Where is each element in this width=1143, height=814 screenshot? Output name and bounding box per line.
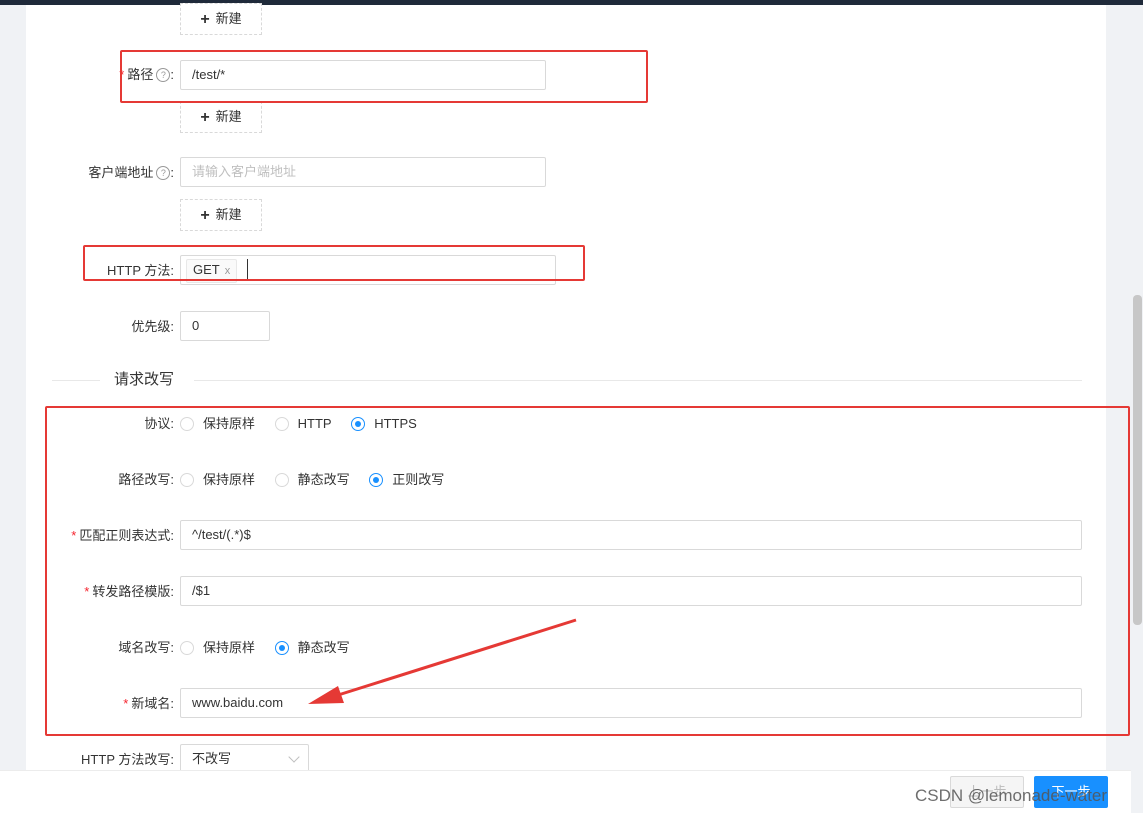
annotation-arrow bbox=[308, 618, 577, 704]
watermark: CSDN @lemonade-water bbox=[915, 786, 1108, 805]
